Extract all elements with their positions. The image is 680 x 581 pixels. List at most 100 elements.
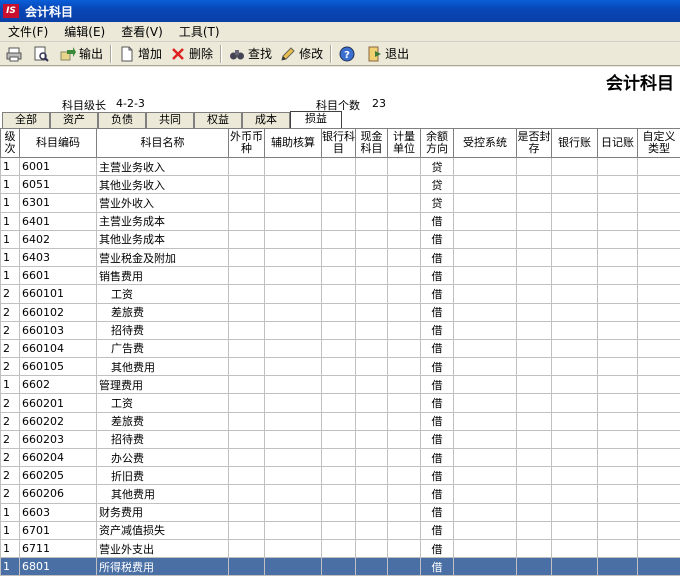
custom-type-cell[interactable] bbox=[637, 284, 680, 304]
unit-cell[interactable] bbox=[387, 156, 421, 177]
cash-account-cell[interactable] bbox=[355, 211, 388, 231]
bank-account-cell[interactable] bbox=[321, 193, 356, 213]
bank-account-cell[interactable] bbox=[321, 266, 356, 286]
code-cell[interactable]: 660104 bbox=[19, 338, 97, 359]
col-header-balance-direction[interactable]: 余额方向 bbox=[420, 128, 454, 158]
sealed-cell[interactable] bbox=[516, 193, 552, 213]
custom-type-cell[interactable] bbox=[637, 375, 680, 395]
level-cell[interactable]: 1 bbox=[0, 520, 20, 540]
col-header-name[interactable]: 科目名称 bbox=[96, 128, 229, 158]
bank-account-cell[interactable] bbox=[321, 411, 356, 431]
level-cell[interactable]: 2 bbox=[0, 466, 20, 486]
journal-cell[interactable] bbox=[597, 156, 638, 177]
table-row[interactable]: 1 6301 营业外收入 贷 bbox=[0, 193, 680, 213]
bank-book-cell[interactable] bbox=[551, 375, 598, 395]
sealed-cell[interactable] bbox=[516, 175, 552, 195]
bank-account-cell[interactable] bbox=[321, 320, 356, 340]
currency-cell[interactable] bbox=[228, 411, 265, 431]
controlled-system-cell[interactable] bbox=[453, 175, 517, 195]
table-row[interactable]: 1 6051 其他业务收入 贷 bbox=[0, 175, 680, 195]
unit-cell[interactable] bbox=[387, 557, 421, 577]
custom-type-cell[interactable] bbox=[637, 538, 680, 559]
name-cell[interactable]: 差旅费 bbox=[96, 411, 229, 431]
currency-cell[interactable] bbox=[228, 375, 265, 395]
bank-account-cell[interactable] bbox=[321, 429, 356, 450]
level-cell[interactable]: 2 bbox=[0, 411, 20, 431]
name-cell[interactable]: 所得税费用 bbox=[96, 557, 229, 577]
table-row[interactable]: 1 6403 营业税金及附加 借 bbox=[0, 247, 680, 268]
name-cell[interactable]: 其他业务成本 bbox=[96, 229, 229, 249]
cash-account-cell[interactable] bbox=[355, 175, 388, 195]
cash-account-cell[interactable] bbox=[355, 338, 388, 359]
unit-cell[interactable] bbox=[387, 229, 421, 249]
exit-button[interactable]: 退出 bbox=[362, 44, 413, 64]
code-cell[interactable]: 6801 bbox=[19, 557, 97, 577]
code-cell[interactable]: 6701 bbox=[19, 520, 97, 540]
currency-cell[interactable] bbox=[228, 211, 265, 231]
export-button[interactable]: 输出 bbox=[56, 44, 107, 64]
name-cell[interactable]: 工资 bbox=[96, 284, 229, 304]
bank-account-cell[interactable] bbox=[321, 538, 356, 559]
unit-cell[interactable] bbox=[387, 502, 421, 522]
direction-cell[interactable]: 借 bbox=[420, 357, 454, 377]
table-row[interactable]: 2 660202 差旅费 借 bbox=[0, 411, 680, 431]
cash-account-cell[interactable] bbox=[355, 193, 388, 213]
col-header-auxiliary[interactable]: 辅助核算 bbox=[264, 128, 322, 158]
bank-book-cell[interactable] bbox=[551, 502, 598, 522]
bank-account-cell[interactable] bbox=[321, 357, 356, 377]
cash-account-cell[interactable] bbox=[355, 284, 388, 304]
cash-account-cell[interactable] bbox=[355, 357, 388, 377]
currency-cell[interactable] bbox=[228, 466, 265, 486]
auxiliary-cell[interactable] bbox=[264, 466, 322, 486]
direction-cell[interactable]: 借 bbox=[420, 320, 454, 340]
col-header-sealed[interactable]: 是否封存 bbox=[516, 128, 552, 158]
direction-cell[interactable]: 借 bbox=[420, 338, 454, 359]
menu-edit[interactable]: 编辑(E) bbox=[56, 23, 113, 40]
custom-type-cell[interactable] bbox=[637, 502, 680, 522]
direction-cell[interactable]: 借 bbox=[420, 557, 454, 577]
print-button[interactable] bbox=[2, 44, 29, 64]
col-header-controlled-system[interactable]: 受控系统 bbox=[453, 128, 517, 158]
direction-cell[interactable]: 借 bbox=[420, 375, 454, 395]
direction-cell[interactable]: 借 bbox=[420, 247, 454, 268]
custom-type-cell[interactable] bbox=[637, 484, 680, 504]
table-row[interactable]: 1 6701 资产减值损失 借 bbox=[0, 520, 680, 540]
find-button[interactable]: 查找 bbox=[225, 44, 276, 64]
custom-type-cell[interactable] bbox=[637, 193, 680, 213]
journal-cell[interactable] bbox=[597, 538, 638, 559]
custom-type-cell[interactable] bbox=[637, 393, 680, 413]
unit-cell[interactable] bbox=[387, 302, 421, 322]
cash-account-cell[interactable] bbox=[355, 156, 388, 177]
currency-cell[interactable] bbox=[228, 247, 265, 268]
direction-cell[interactable]: 借 bbox=[420, 266, 454, 286]
journal-cell[interactable] bbox=[597, 429, 638, 450]
code-cell[interactable]: 6711 bbox=[19, 538, 97, 559]
cash-account-cell[interactable] bbox=[355, 266, 388, 286]
sealed-cell[interactable] bbox=[516, 247, 552, 268]
auxiliary-cell[interactable] bbox=[264, 175, 322, 195]
controlled-system-cell[interactable] bbox=[453, 429, 517, 450]
table-row[interactable]: 1 6711 营业外支出 借 bbox=[0, 538, 680, 559]
auxiliary-cell[interactable] bbox=[264, 393, 322, 413]
bank-book-cell[interactable] bbox=[551, 211, 598, 231]
controlled-system-cell[interactable] bbox=[453, 247, 517, 268]
level-cell[interactable]: 2 bbox=[0, 429, 20, 450]
table-row[interactable]: 2 660204 办公费 借 bbox=[0, 447, 680, 468]
level-cell[interactable]: 1 bbox=[0, 193, 20, 213]
controlled-system-cell[interactable] bbox=[453, 338, 517, 359]
journal-cell[interactable] bbox=[597, 266, 638, 286]
name-cell[interactable]: 广告费 bbox=[96, 338, 229, 359]
unit-cell[interactable] bbox=[387, 338, 421, 359]
custom-type-cell[interactable] bbox=[637, 357, 680, 377]
unit-cell[interactable] bbox=[387, 411, 421, 431]
journal-cell[interactable] bbox=[597, 320, 638, 340]
name-cell[interactable]: 营业外支出 bbox=[96, 538, 229, 559]
sealed-cell[interactable] bbox=[516, 393, 552, 413]
unit-cell[interactable] bbox=[387, 393, 421, 413]
cash-account-cell[interactable] bbox=[355, 411, 388, 431]
code-cell[interactable]: 6602 bbox=[19, 375, 97, 395]
unit-cell[interactable] bbox=[387, 320, 421, 340]
unit-cell[interactable] bbox=[387, 284, 421, 304]
col-header-custom-type[interactable]: 自定义类型 bbox=[637, 128, 680, 158]
name-cell[interactable]: 主营业务收入 bbox=[96, 156, 229, 177]
